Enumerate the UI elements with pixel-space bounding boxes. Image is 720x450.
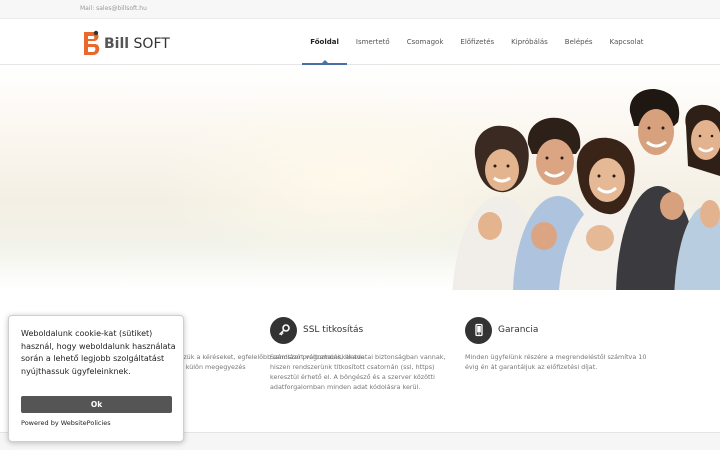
feature-guarantee-head: Garancia <box>465 316 655 344</box>
hero-banner <box>0 66 720 290</box>
logo-word-bill: Bill <box>104 36 130 52</box>
cookie-consent-popup: Weboldalunk cookie-kat (sütiket) használ… <box>8 315 184 442</box>
nav-item-elofizetes[interactable]: Előfizetés <box>452 19 503 65</box>
cookie-consent-text: Weboldalunk cookie-kat (sütiket) használ… <box>21 329 176 376</box>
cookie-powered-by-link[interactable]: Powered by WebsitePolicies <box>21 419 111 427</box>
nav-item-kapcsolat[interactable]: Kapcsolat <box>601 19 652 65</box>
feature-ssl: SSL titkosítás Számlázó programunkkal ad… <box>270 316 460 392</box>
feature-guarantee: Garancia Minden ügyfelünk részére a megr… <box>465 316 655 372</box>
nav-item-fooldal[interactable]: Főoldal <box>301 19 348 65</box>
feature-ssl-title: SSL titkosítás <box>303 325 364 335</box>
hero-people-image <box>452 88 720 290</box>
feature-guarantee-title: Garancia <box>498 325 539 335</box>
billsoft-logo[interactable]: Bill SOFT <box>80 28 170 58</box>
feature-ssl-head: SSL titkosítás <box>270 316 460 344</box>
logo-word-soft: SOFT <box>133 36 170 52</box>
site-header: Bill SOFT Főoldal Ismertető Csomagok Elő… <box>0 19 720 65</box>
feature-ssl-text: Számlázó programunkkal adatai biztonságb… <box>270 353 446 391</box>
phone-icon <box>465 316 492 344</box>
nav-item-belepes[interactable]: Belépés <box>556 19 601 65</box>
logo-wordmark: Bill SOFT <box>104 36 170 52</box>
logo-mark-icon <box>84 30 100 55</box>
cookie-ok-button[interactable]: Ok <box>21 396 172 413</box>
nav-item-csomagok[interactable]: Csomagok <box>398 19 452 65</box>
nav-item-kiprobalas[interactable]: Kipróbálás <box>503 19 557 65</box>
top-bar: Mail: sales@billsoft.hu <box>0 0 720 19</box>
contact-email[interactable]: Mail: sales@billsoft.hu <box>80 5 147 12</box>
nav-item-ismerteto[interactable]: Ismertető <box>347 19 398 65</box>
main-navigation: Főoldal Ismertető Csomagok Előfizetés Ki… <box>301 19 652 65</box>
key-icon <box>270 316 297 344</box>
feature-guarantee-text: Minden ügyfelünk részére a megrendeléstő… <box>465 353 647 371</box>
